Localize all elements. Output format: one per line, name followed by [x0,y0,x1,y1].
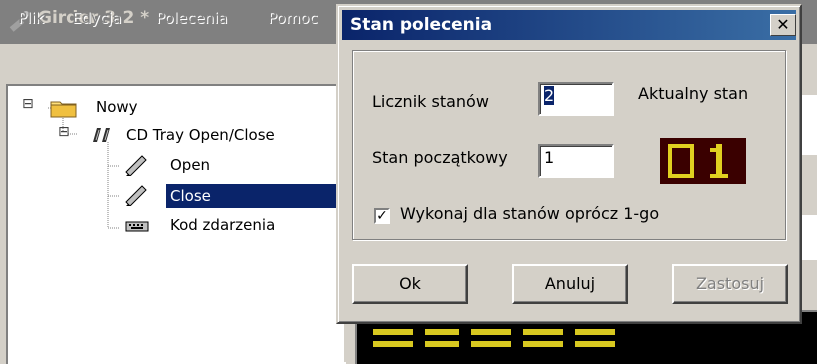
command-tree[interactable]: ⊟ Nowy ⊟ CD Tray Open/Close Open Close K… [6,84,346,364]
tree-item-event-code[interactable]: Kod zdarzenia [170,216,275,234]
tree-item-close[interactable]: Close [166,184,346,208]
pencil-icon [125,185,147,206]
tree-item-root[interactable]: Nowy [96,98,138,116]
initial-state-label: Stan początkowy [372,148,508,167]
keyboard-icon [125,221,149,232]
menu-edit[interactable]: Edycja [72,9,121,27]
tree-item-group[interactable]: CD Tray Open/Close [126,126,275,144]
tree-collapse-icon[interactable]: ⊟ [22,96,34,112]
menu-commands[interactable]: Polecenia [156,9,227,27]
current-state-label: Aktualny stan [638,84,749,103]
multi-command-icon [93,128,110,142]
initial-state-field[interactable]: 1 [538,144,614,178]
initial-state-value: 1 [544,148,555,167]
state-counter-value: 2 [544,86,555,105]
dialog-title-bar: Stan polecenia ✕ [342,10,796,40]
exclude-state-checkbox[interactable]: ✓ [374,208,390,224]
dialog-title: Stan polecenia [350,15,493,35]
current-state-value: 01 [660,138,679,142]
menu-help[interactable]: Pomoc [268,9,318,27]
state-counter-label: Licznik stanów [372,92,489,111]
tree-collapse-icon[interactable]: ⊟ [58,124,70,140]
ok-button[interactable]: Ok [352,264,468,304]
state-counter-field[interactable]: 2 [538,82,614,116]
led-digits: 01 [660,138,728,178]
exclude-state-label: Wykonaj dla stanów oprócz 1-go [400,204,660,223]
current-state-display: 01 [660,138,746,184]
menu-file[interactable]: Plik [18,9,44,27]
close-button[interactable]: ✕ [770,14,796,36]
state-dialog: Stan polecenia ✕ Licznik stanów 2 Aktual… [336,4,802,324]
cancel-button[interactable]: Anuluj [512,264,628,304]
apply-button[interactable]: Zastosuj [672,264,788,304]
tree-item-open[interactable]: Open [170,156,210,174]
folder-icon [50,101,77,118]
pencil-icon [125,155,147,176]
